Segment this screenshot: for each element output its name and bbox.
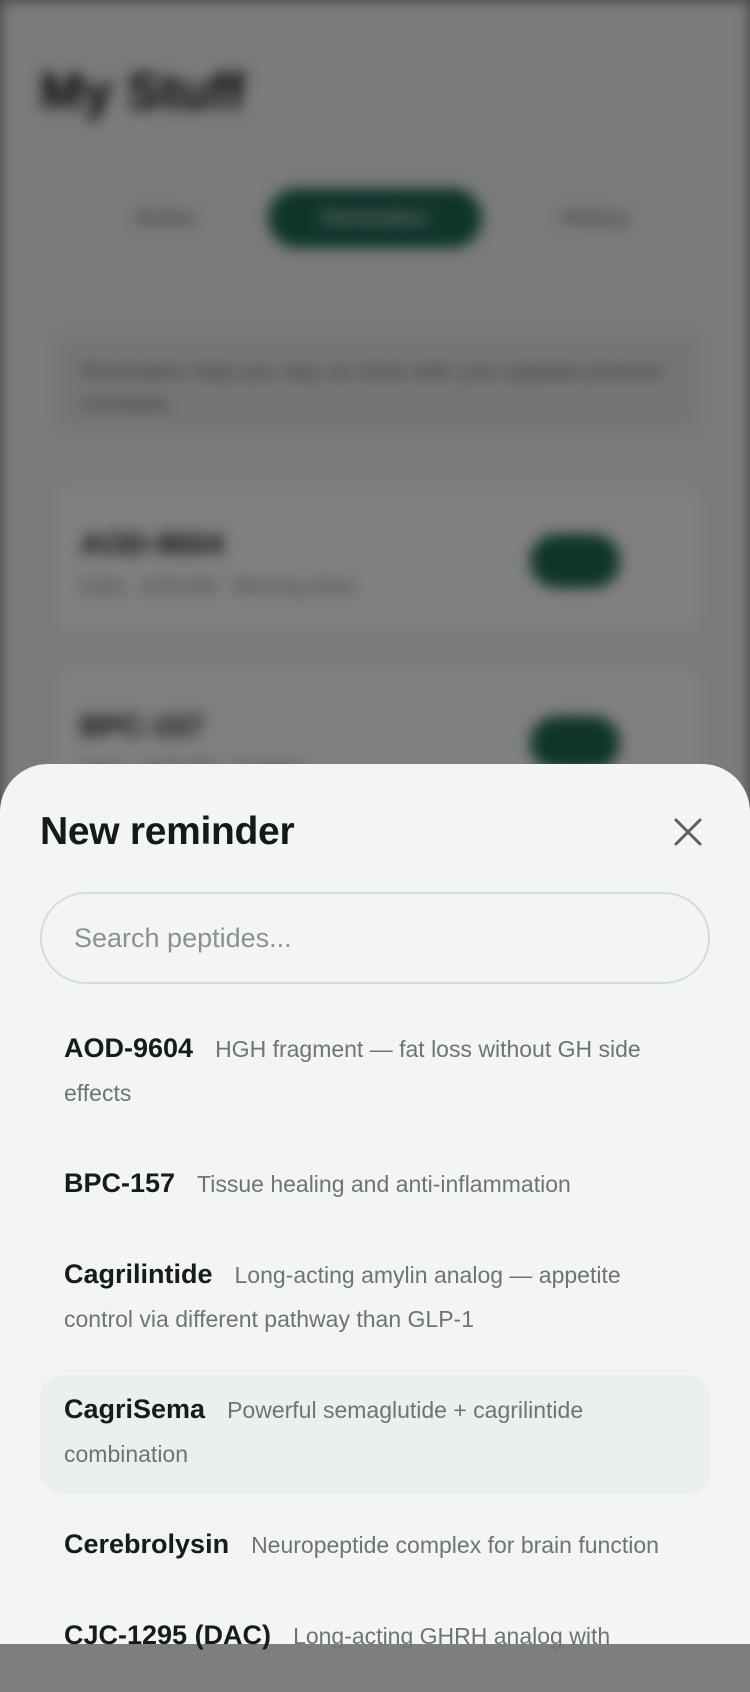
peptide-name: AOD-9604 bbox=[64, 1033, 194, 1063]
peptide-list: AOD-9604 HGH fragment — fat loss without … bbox=[40, 1014, 710, 1692]
peptide-option-cagrilintide[interactable]: Cagrilintide Long-acting amylin analog — … bbox=[40, 1240, 710, 1359]
peptide-name: CJC-1295 (DAC) bbox=[64, 1620, 272, 1650]
peptide-option-aod-9604[interactable]: AOD-9604 HGH fragment — fat loss without … bbox=[40, 1014, 710, 1133]
peptide-name: Cerebrolysin bbox=[64, 1529, 230, 1559]
peptide-name: Cagrilintide bbox=[64, 1259, 213, 1289]
peptide-description: Tissue healing and anti-inflammation bbox=[197, 1171, 571, 1197]
peptide-option-cjc-1295-dac[interactable]: CJC-1295 (DAC) Long-acting GHRH analog wi… bbox=[40, 1601, 710, 1676]
close-button[interactable] bbox=[664, 808, 712, 856]
peptide-option-bpc-157[interactable]: BPC-157 Tissue healing and anti-inflammat… bbox=[40, 1149, 710, 1224]
peptide-option-cerebrolysin[interactable]: Cerebrolysin Neuropeptide complex for bra… bbox=[40, 1510, 710, 1585]
search-input[interactable] bbox=[40, 892, 710, 984]
peptide-option-cagrisema[interactable]: CagriSema Powerful semaglutide + cagrilin… bbox=[40, 1375, 710, 1494]
close-icon bbox=[674, 818, 702, 846]
peptide-description: Long-acting GHRH analog with bbox=[293, 1623, 611, 1649]
new-reminder-sheet: New reminder AOD-9604HGH fragment — fat … bbox=[0, 764, 750, 1650]
peptide-name: BPC-157 bbox=[64, 1168, 176, 1198]
peptide-description: Neuropeptide complex for brain function bbox=[251, 1532, 659, 1558]
sheet-title: New reminder bbox=[40, 810, 295, 853]
peptide-name: CagriSema bbox=[64, 1394, 206, 1424]
